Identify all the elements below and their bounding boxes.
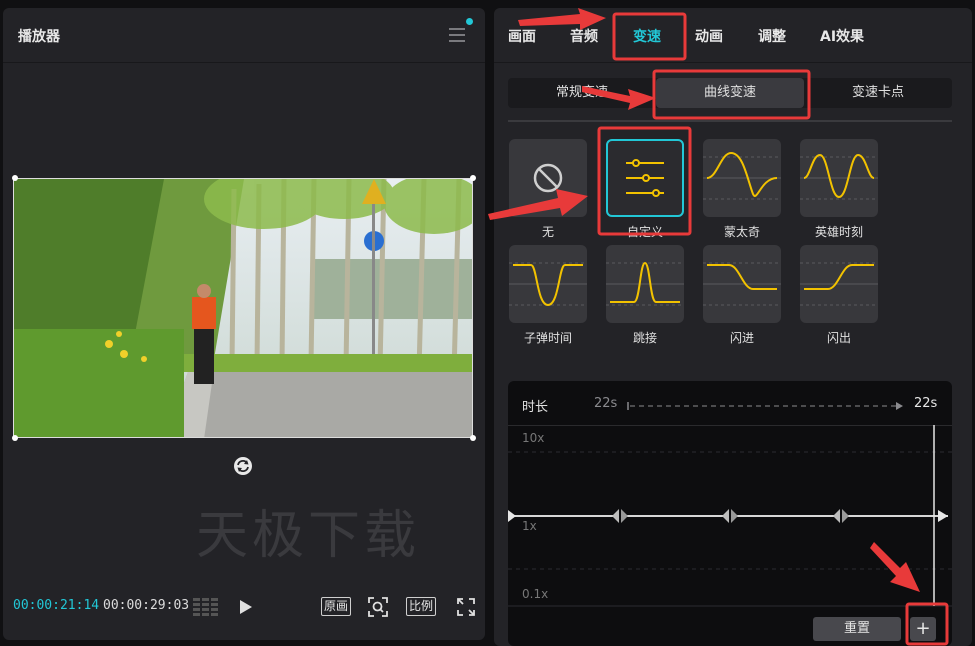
preset-hero-moment[interactable]: 英雄时刻 — [800, 139, 878, 240]
keyframe-point-icon[interactable] — [720, 506, 740, 526]
preset-label: 英雄时刻 — [814, 225, 863, 239]
timeline-grid-icon[interactable] — [193, 598, 219, 616]
none-icon — [533, 163, 563, 193]
keyframe-point-icon[interactable] — [831, 506, 851, 526]
preset-label: 跳接 — [632, 331, 657, 345]
total-time: 00:00:29:03 — [103, 598, 190, 613]
preset-none[interactable]: 无 — [509, 139, 587, 240]
video-frame — [14, 179, 472, 437]
keyframe-point-icon[interactable] — [610, 506, 630, 526]
preset-label: 无 — [541, 225, 554, 239]
current-time: 00:00:21:14 — [13, 598, 100, 613]
original-button[interactable]: 原画 — [321, 597, 352, 616]
flash-out-curve-icon — [800, 262, 878, 306]
ratio-button[interactable]: 比例 — [406, 597, 437, 616]
rotate-icon[interactable] — [233, 456, 253, 476]
hero-curve-icon — [800, 153, 878, 200]
add-point-button[interactable]: + — [910, 617, 936, 641]
tab-audio[interactable]: 音频 — [570, 26, 598, 46]
preset-flash-out[interactable]: 闪出 — [800, 245, 878, 346]
preset-label: 闪出 — [826, 331, 851, 345]
preset-montage[interactable]: 蒙太奇 — [703, 139, 781, 240]
preset-label: 闪进 — [729, 331, 754, 345]
speed-mode-switch: 常规变速 曲线变速 变速卡点 — [508, 78, 952, 108]
resize-handle[interactable] — [12, 175, 18, 181]
video-preview[interactable] — [13, 178, 473, 438]
montage-curve-icon — [703, 151, 781, 200]
fullscreen-icon[interactable] — [456, 597, 476, 617]
curve-editor[interactable]: 时长 22s 22s 10x 1x 0.1x 重置 + — [508, 381, 952, 646]
subtab-normal-speed[interactable]: 常规变速 — [508, 78, 656, 108]
tab-ai-effects[interactable]: AI效果 — [820, 26, 864, 46]
tab-bar: 画面 音频 变速 动画 调整 AI效果 — [494, 8, 972, 62]
preset-label: 子弹时间 — [523, 331, 572, 345]
preset-jump-cut[interactable]: 跳接 — [606, 245, 684, 346]
player-title: 播放器 — [18, 29, 60, 45]
divider — [494, 62, 972, 63]
flash-in-curve-icon — [703, 262, 781, 306]
player-panel: 播放器 天极下载 00:00:21:14 00:00:29:03 原画 比例 — [3, 8, 485, 640]
notification-dot — [466, 18, 473, 25]
preset-flash-in[interactable]: 闪进 — [703, 245, 781, 346]
play-icon[interactable] — [240, 600, 252, 614]
tab-picture[interactable]: 画面 — [508, 26, 536, 46]
menu-icon[interactable] — [449, 28, 465, 42]
watermark: 天极下载 — [196, 506, 421, 566]
preset-label: 蒙太奇 — [723, 225, 760, 239]
preset-bullet-time[interactable]: 子弹时间 — [509, 245, 587, 346]
divider — [3, 62, 485, 63]
jump-curve-icon — [606, 261, 684, 306]
preset-custom[interactable]: 自定义 — [606, 139, 684, 240]
zoom-fit-icon[interactable] — [368, 597, 388, 617]
tab-speed[interactable]: 变速 — [633, 26, 661, 46]
resize-handle[interactable] — [470, 435, 476, 441]
tab-adjust[interactable]: 调整 — [758, 26, 786, 46]
speed-panel: 画面 音频 变速 动画 调整 AI效果 常规变速 曲线变速 变速卡点 无 自定义… — [494, 8, 972, 646]
subtab-beat-speed[interactable]: 变速卡点 — [804, 78, 952, 108]
sliders-icon — [626, 159, 664, 197]
subtab-curve-speed[interactable]: 曲线变速 — [656, 78, 804, 108]
resize-handle[interactable] — [12, 435, 18, 441]
resize-handle[interactable] — [470, 175, 476, 181]
tab-animation[interactable]: 动画 — [695, 26, 723, 46]
preset-label: 自定义 — [626, 225, 663, 239]
bullet-curve-icon — [509, 262, 587, 307]
reset-button[interactable]: 重置 — [813, 617, 901, 641]
divider — [508, 120, 952, 122]
